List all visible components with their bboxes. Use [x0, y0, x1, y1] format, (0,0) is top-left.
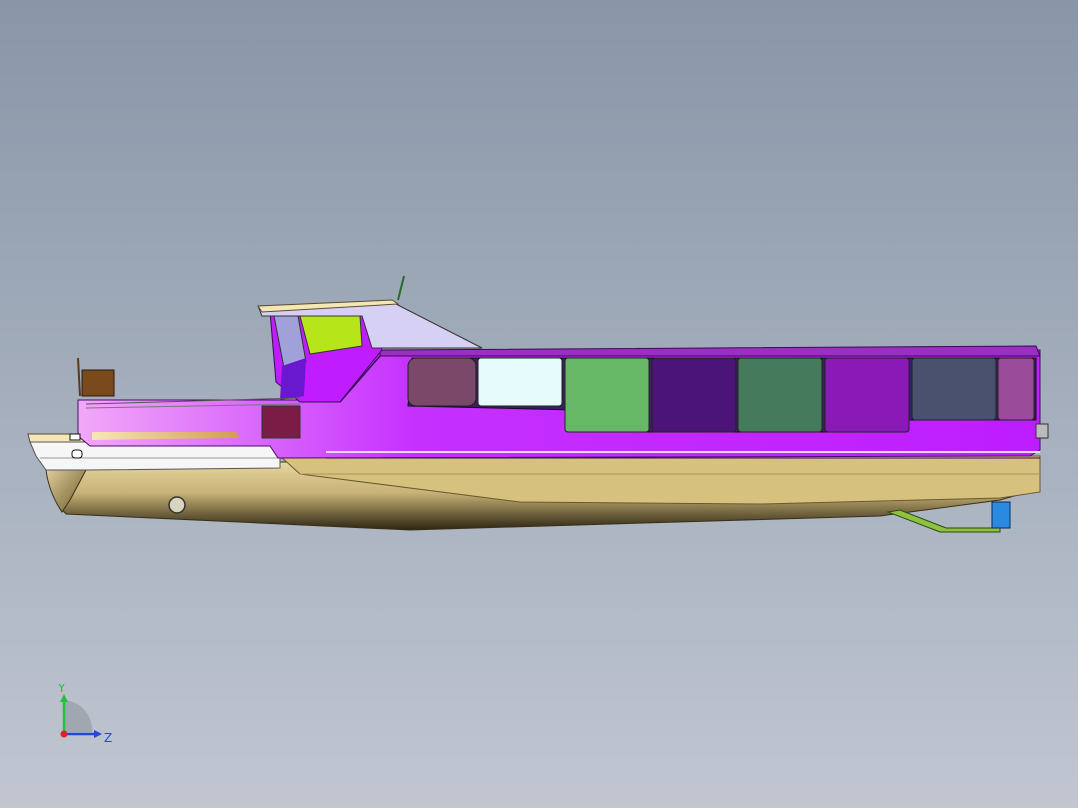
- y-axis-arrow: [60, 694, 68, 702]
- cabin-window-1: [407, 357, 477, 407]
- boat-model[interactable]: [0, 0, 1078, 808]
- cabin-window-7: [911, 357, 997, 421]
- cabin-window-3: [564, 357, 650, 433]
- cabin-window-2: [477, 357, 563, 407]
- z-axis-arrow: [94, 730, 102, 738]
- rudder: [991, 501, 1011, 529]
- view-triad: Y Z: [57, 684, 112, 745]
- mast: [397, 275, 405, 301]
- 3d-viewport[interactable]: Y Z: [0, 0, 1078, 808]
- cabin-window-8: [997, 357, 1035, 421]
- porthole: [168, 496, 186, 514]
- hatch: [261, 405, 301, 439]
- x-axis-origin: [60, 730, 68, 738]
- cabin-window-4: [651, 357, 737, 433]
- cabin-window-5: [737, 357, 823, 433]
- stern-strut: [886, 509, 1001, 533]
- cabin-window-6: [824, 357, 910, 433]
- z-axis-label: Z: [104, 731, 112, 745]
- bow-seat: [81, 369, 115, 397]
- y-axis-label: Y: [57, 684, 66, 695]
